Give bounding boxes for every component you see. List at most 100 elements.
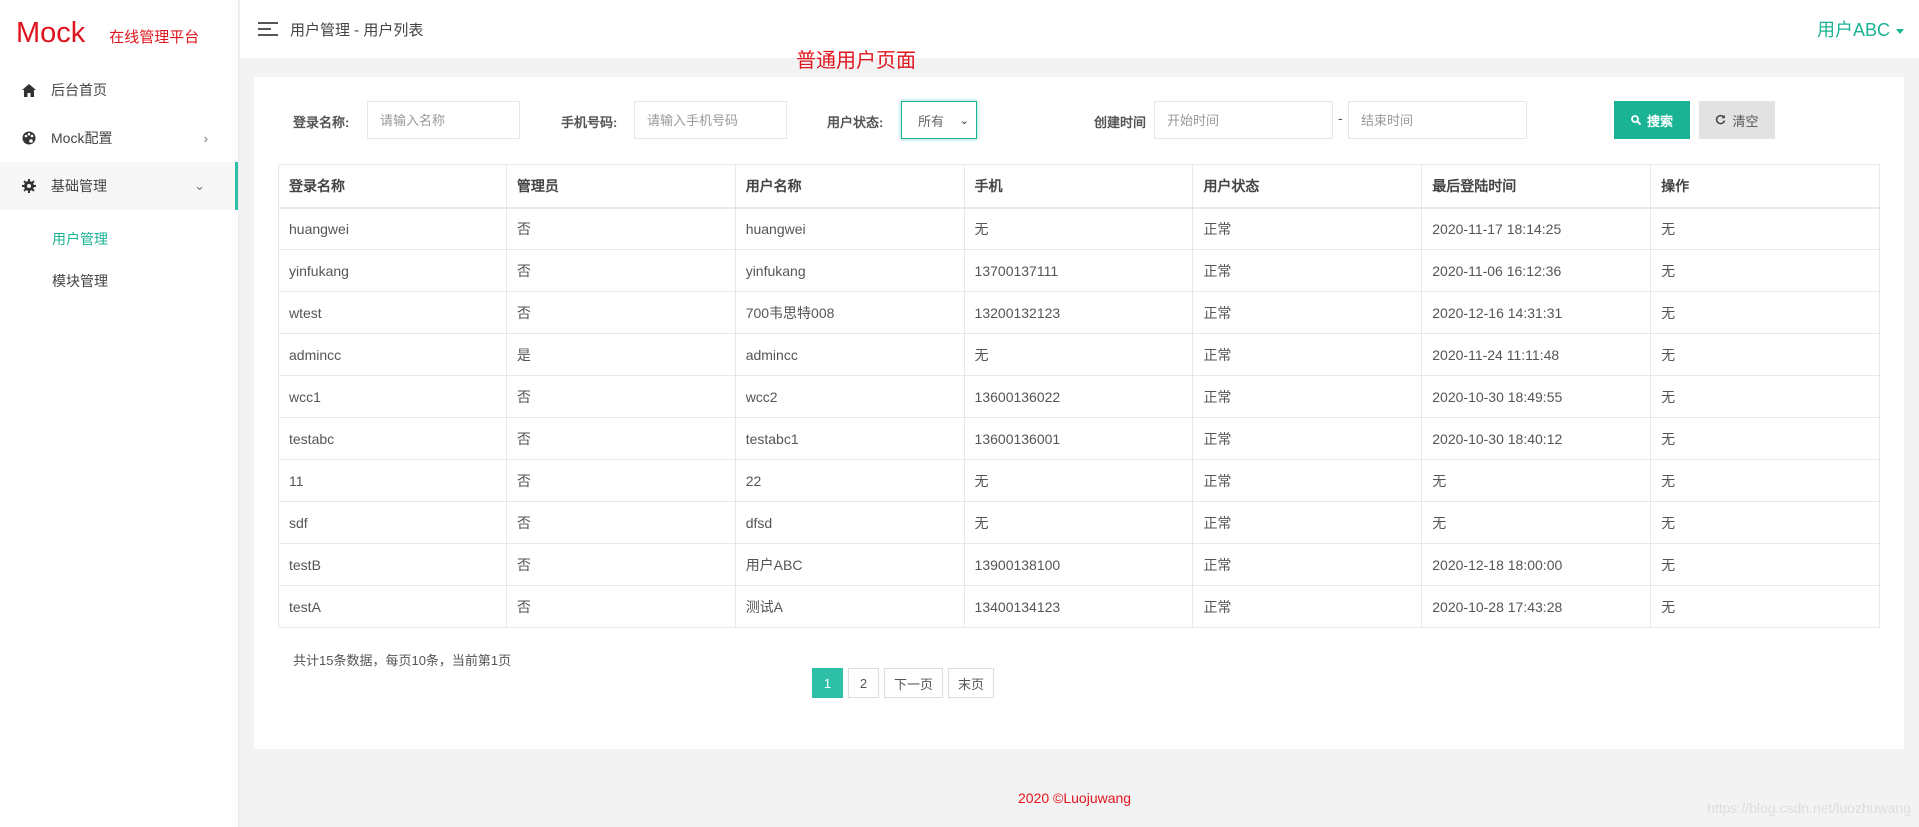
sidebar-item-home[interactable]: 后台首页 [0,66,238,114]
table-cell: 否 [505,501,736,544]
column-header: 操作 [1650,164,1880,209]
table-cell: 无 [1650,501,1880,544]
table-cell: 无 [1650,333,1880,376]
pagination: 1 2 下一页 末页 [812,668,995,698]
watermark: https://blog.csdn.net/luozhuwang [1707,800,1911,816]
sidebar-item-label: 基础管理 [51,178,107,194]
table-cell: 正常 [1192,585,1423,628]
table-cell: 正常 [1192,417,1423,460]
clear-button[interactable]: 清空 [1699,101,1775,139]
status-select[interactable]: 所有 ⌄ [901,101,977,139]
brand: Mock 在线管理平台 [0,0,238,66]
end-time-input[interactable] [1348,101,1527,139]
table-cell: 正常 [1192,291,1423,334]
last-page-button[interactable]: 末页 [948,668,995,698]
table-cell: 否 [505,249,736,292]
table-body: huangwei 否 huangwei 无正常 2020-11-17 18:14:25 无… [278,207,1880,628]
table-cell: 2020-11-17 18:14:25 [1421,207,1652,250]
table-cell: 正常 [1192,375,1423,418]
user-menu[interactable]: 用户ABC [1817,16,1904,42]
page-button-1[interactable]: 1 [812,668,843,698]
table-cell: 用户ABC [734,543,965,586]
table-row: huangwei 否 huangwei 无正常 2020-11-17 18:14:25 无 [278,207,1880,250]
column-header: 手机 [963,164,1194,209]
table-cell: 无 [1650,291,1880,334]
table-cell: 无 [963,207,1194,250]
column-header: 登录名称 [278,164,507,209]
table-cell: 无 [1650,417,1880,460]
table-cell: 否 [505,417,736,460]
table-cell: 2020-12-18 18:00:00 [1421,543,1652,586]
table-row: sdf 否 dfsd 无正常无无 [278,501,1880,544]
table-cell: 13700137111 [963,249,1194,292]
table-header-row: 登录名称 管理员 用户名称 手机 用户状态 最后登陆时间 操作 [278,164,1880,209]
table-cell: 13900138100 [963,543,1194,586]
start-time-input[interactable] [1154,101,1333,139]
login-name-label: 登录名称: [293,115,350,130]
table-cell: wcc2 [734,375,965,418]
menu-toggle-icon[interactable] [258,22,278,36]
sidebar-item-label: 后台首页 [51,82,107,98]
sidebar-subitem-user-management[interactable]: 用户管理 [0,218,238,260]
sidebar-item-mock-config[interactable]: Mock配置 › [0,114,238,162]
sidebar: Mock 在线管理平台 后台首页 Mock配置 › 基础管理 ⌄ 用户管理 模块… [0,0,239,827]
search-button[interactable]: 搜索 [1614,101,1690,139]
refresh-icon [1715,113,1726,128]
table-cell: 11 [278,459,507,502]
column-header: 用户状态 [1192,164,1423,209]
column-header: 最后登陆时间 [1421,164,1652,209]
table-cell: 正常 [1192,543,1423,586]
pagination-summary: 共计15条数据，每页10条，当前第1页 [293,653,512,668]
footer-copyright: 2020 ©Luojuwang [1018,790,1132,806]
search-icon [1631,113,1642,128]
table-cell: admincc [278,333,507,376]
table-cell: 无 [1650,375,1880,418]
status-label: 用户状态: [827,115,884,130]
created-time-label: 创建时间 [1094,115,1147,130]
table-cell: 2020-10-28 17:43:28 [1421,585,1652,628]
table-cell: 13400134123 [963,585,1194,628]
caret-down-icon [1896,28,1904,34]
table-row: wtest 否 700韦思特008 13200132123 正常 2020-12-16 1… [278,291,1880,334]
sidebar-item-basic-management[interactable]: 基础管理 ⌄ [0,162,238,210]
table-cell: 无 [963,501,1194,544]
table-cell: wcc1 [278,375,507,418]
brand-subtitle: 在线管理平台 [109,28,200,46]
table-cell: 无 [1650,585,1880,628]
table-cell: 无 [1650,207,1880,250]
table-cell: 否 [505,291,736,334]
table-cell: 无 [1650,459,1880,502]
table-cell: 13600136022 [963,375,1194,418]
table-cell: 测试A [734,585,965,628]
page-annotation: 普通用户页面 [796,50,916,72]
palette-icon [21,130,37,146]
table-row: testabc 否 testabc1 13600136001 正常 2020-10-30 … [278,417,1880,460]
date-separator: - [1338,110,1343,126]
column-header: 管理员 [505,164,736,209]
chevron-down-icon: ⌄ [959,115,969,127]
filter-bar: 登录名称: 手机号码: 用户状态: 所有 ⌄ 创建时间 - 搜索 清空 [254,101,1904,139]
table-cell: testabc1 [734,417,965,460]
brand-name: Mock [16,16,86,49]
table-cell: yinfukang [734,249,965,292]
next-page-button[interactable]: 下一页 [884,668,944,698]
table-cell: 无 [1650,249,1880,292]
table-cell: dfsd [734,501,965,544]
phone-input[interactable] [634,101,787,139]
table-row: 11 否 22 无正常无无 [278,459,1880,502]
search-button-label: 搜索 [1646,113,1673,129]
table-cell: 正常 [1192,249,1423,292]
table-cell: 2020-11-06 16:12:36 [1421,249,1652,292]
table-cell: 700韦思特008 [734,291,965,334]
clear-button-label: 清空 [1732,113,1759,129]
table-cell: 否 [505,375,736,418]
user-name: 用户ABC [1816,20,1890,40]
login-name-input[interactable] [367,101,520,139]
home-icon [21,82,37,98]
table-cell: 否 [505,585,736,628]
status-select-value: 所有 [918,113,945,129]
table-cell: huangwei [734,207,965,250]
sidebar-subitem-module-management[interactable]: 模块管理 [0,260,238,302]
page-button-2[interactable]: 2 [848,668,879,698]
gear-icon [21,178,37,194]
